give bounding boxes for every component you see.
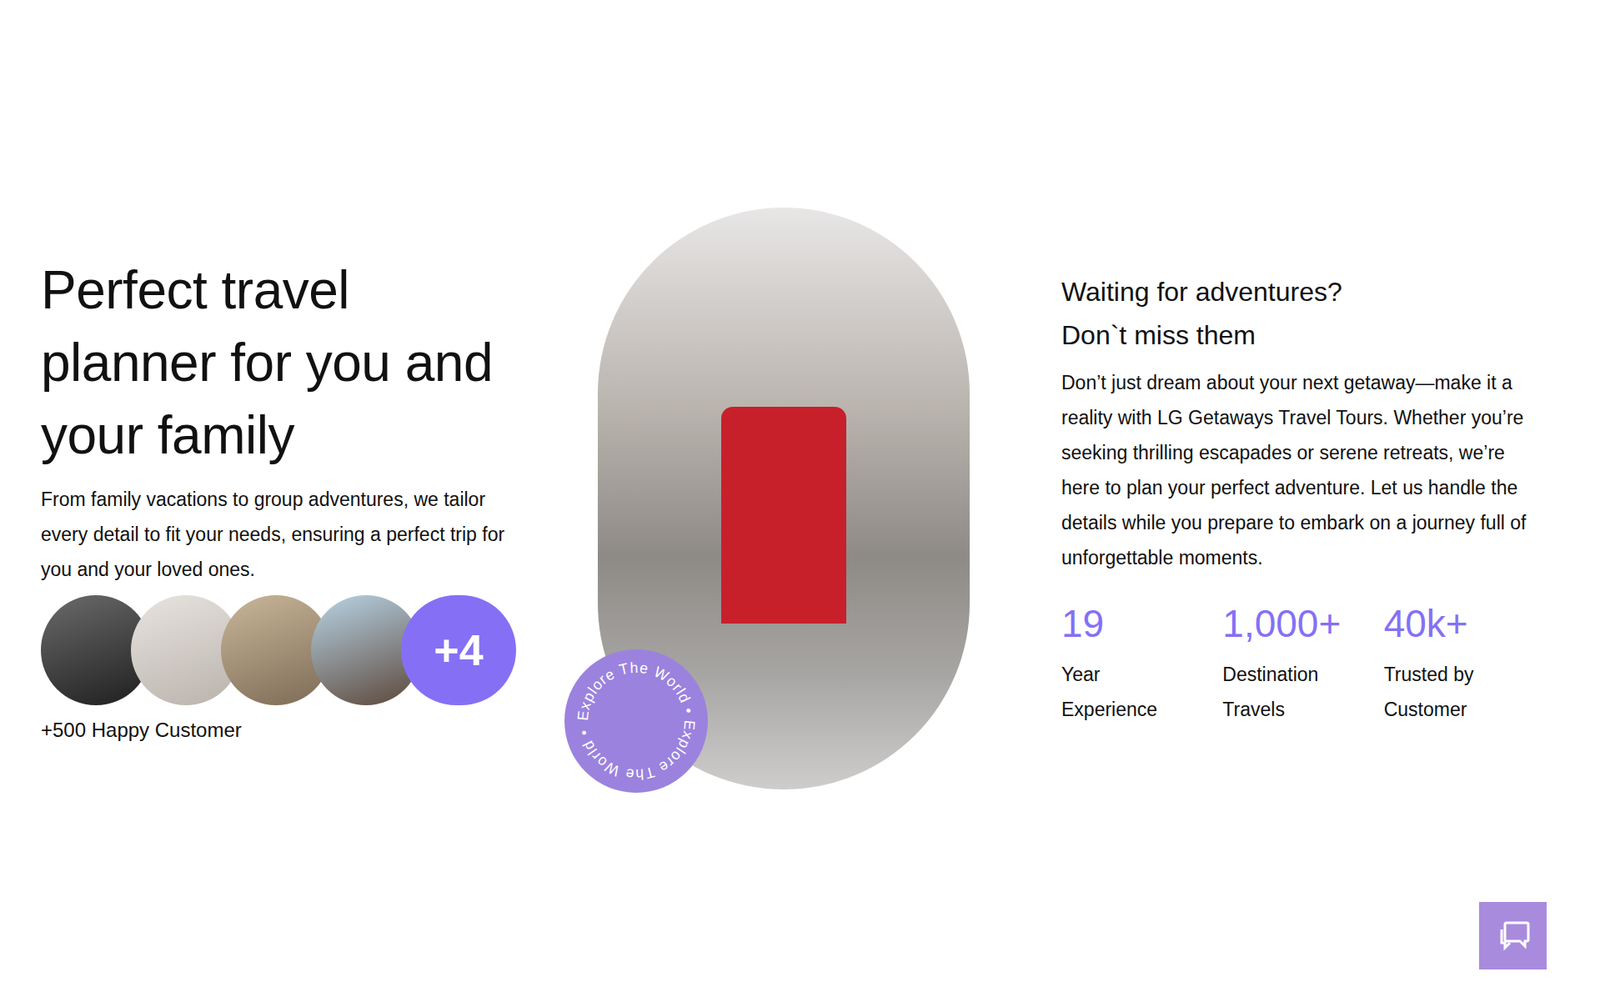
explore-badge-ring: Explore The World • Explore The World • bbox=[564, 649, 708, 793]
stat-value: 40k+ bbox=[1384, 600, 1545, 648]
stat-label: Trusted by Customer bbox=[1384, 657, 1510, 728]
svg-text:Explore The World • Explore Th: Explore The World • Explore The World • bbox=[574, 659, 699, 783]
info-heading: Waiting for adventures?Don`t miss them bbox=[1061, 270, 1545, 357]
stat-item: 40k+ Trusted by Customer bbox=[1384, 600, 1545, 728]
info-column: Waiting for adventures?Don`t miss themDo… bbox=[1061, 270, 1545, 728]
avatar-more: +4 bbox=[401, 595, 517, 706]
hero-title: Perfect travel planner for you and your … bbox=[40, 254, 508, 472]
chat-icon bbox=[1496, 921, 1530, 952]
hero-image-wrap: Explore The World • Explore The World • bbox=[597, 207, 970, 790]
info-paragraph: Don’t just dream about your next getaway… bbox=[1061, 365, 1545, 576]
explore-badge: Explore The World • Explore The World • bbox=[564, 649, 708, 793]
stat-label: Year Experience bbox=[1061, 657, 1187, 728]
stat-item: 1,000+ Destination Travels bbox=[1222, 600, 1384, 728]
page: Perfect travel planner for you and your … bbox=[0, 0, 1600, 997]
avatar-group: +4 bbox=[40, 595, 558, 706]
hero-column: Perfect travel planner for you and your … bbox=[40, 254, 558, 744]
stat-value: 19 bbox=[1061, 600, 1223, 648]
stats-row: 19 Year Experience 1,000+ Destination Trave… bbox=[1061, 600, 1545, 728]
chat-button[interactable] bbox=[1479, 902, 1547, 970]
customers-label: +500 Happy Customer bbox=[40, 717, 558, 744]
stat-value: 1,000+ bbox=[1222, 600, 1384, 648]
stat-label: Destination Travels bbox=[1222, 657, 1348, 728]
stat-item: 19 Year Experience bbox=[1061, 600, 1223, 728]
tram-shape bbox=[721, 406, 847, 624]
hero-description: From family vacations to group adventure… bbox=[40, 481, 525, 587]
